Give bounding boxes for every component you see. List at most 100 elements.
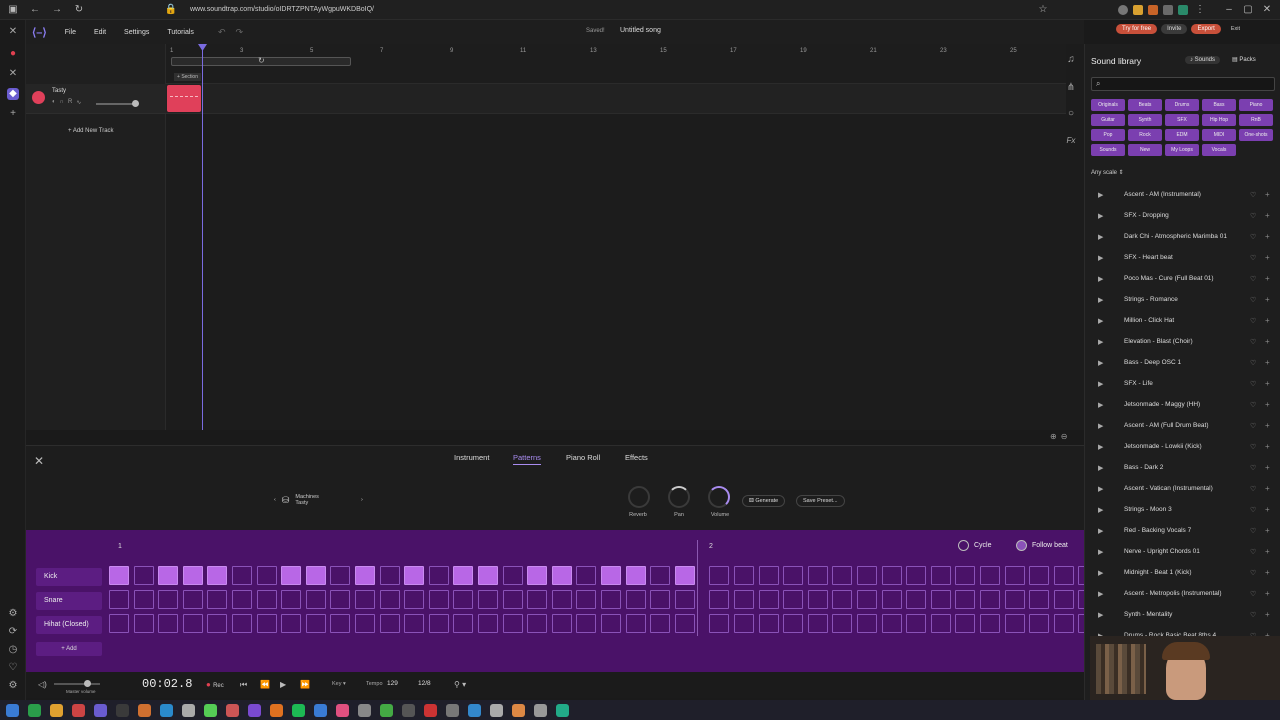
record-arm-icon[interactable]: R bbox=[68, 99, 72, 106]
add-icon[interactable]: + bbox=[1265, 526, 1270, 535]
maximize-icon[interactable]: ▢ bbox=[1241, 3, 1255, 17]
step-cell[interactable] bbox=[551, 590, 572, 609]
add-icon[interactable]: + bbox=[1265, 442, 1270, 451]
step-cell[interactable] bbox=[576, 590, 597, 609]
play-icon[interactable]: ▶ bbox=[1098, 506, 1103, 514]
list-item[interactable]: ▶ Poco Mas - Cure (Full Beat 01) ♡ + bbox=[1085, 268, 1280, 289]
step-cell[interactable] bbox=[1053, 614, 1074, 633]
step-cell[interactable] bbox=[758, 590, 779, 609]
filter-chip[interactable]: Beats bbox=[1128, 99, 1162, 111]
taskbar-app-icon[interactable] bbox=[402, 703, 415, 717]
extension-icon[interactable] bbox=[1133, 4, 1143, 15]
list-item[interactable]: ▶ Ascent - Vatican (Instrumental) ♡ + bbox=[1085, 478, 1280, 499]
extension-icon[interactable] bbox=[1148, 4, 1158, 15]
step-cell[interactable] bbox=[881, 614, 902, 633]
heart-icon[interactable]: ♡ bbox=[1250, 359, 1256, 367]
heart-icon[interactable]: ♡ bbox=[1250, 401, 1256, 409]
step-cell[interactable] bbox=[453, 614, 474, 633]
pan-knob[interactable] bbox=[668, 486, 690, 508]
list-item[interactable]: ▶ Bass - Dark 2 ♡ + bbox=[1085, 457, 1280, 478]
soundtrap-logo[interactable]: ⟨–⟩ bbox=[32, 26, 47, 39]
play-icon[interactable]: ▶ bbox=[1098, 317, 1103, 325]
step-cell[interactable] bbox=[734, 614, 754, 633]
taskbar-app-icon[interactable] bbox=[534, 703, 547, 717]
list-item[interactable]: ▶ Jetsonmade - Lowkii (Kick) ♡ + bbox=[1085, 436, 1280, 457]
song-title[interactable]: Untitled song bbox=[620, 27, 661, 34]
mute-icon[interactable]: ◐ bbox=[52, 99, 56, 106]
play-icon[interactable]: ▶ bbox=[1098, 401, 1103, 409]
list-item[interactable]: ▶ Million - Click Hat ♡ + bbox=[1085, 310, 1280, 331]
play-icon[interactable]: ▶ bbox=[1098, 485, 1103, 493]
step-cell[interactable] bbox=[379, 566, 400, 585]
filter-chip[interactable]: My Loops bbox=[1165, 144, 1199, 156]
taskbar-app-icon[interactable] bbox=[28, 703, 41, 717]
filter-chip[interactable]: Originals bbox=[1091, 99, 1125, 111]
playhead[interactable] bbox=[202, 44, 203, 430]
step-cell[interactable] bbox=[955, 614, 976, 633]
step-cell[interactable] bbox=[478, 614, 498, 633]
step-cell[interactable] bbox=[734, 566, 754, 585]
add-icon[interactable]: + bbox=[1265, 274, 1270, 283]
master-volume-slider[interactable] bbox=[54, 680, 100, 687]
tempo-value[interactable]: 129 bbox=[387, 680, 398, 687]
add-icon[interactable]: + bbox=[1265, 295, 1270, 304]
taskbar-app-icon[interactable] bbox=[50, 703, 63, 717]
step-cell[interactable] bbox=[281, 590, 302, 609]
heart-icon[interactable]: ♡ bbox=[1250, 254, 1256, 262]
heart-icon[interactable]: ♡ bbox=[1250, 548, 1256, 556]
step-cell[interactable] bbox=[428, 614, 449, 633]
bookmark-star-icon[interactable]: ☆ bbox=[1036, 3, 1050, 17]
add-track-button[interactable]: + Add New Track bbox=[68, 128, 114, 134]
step-cell[interactable] bbox=[527, 590, 548, 609]
step-cell[interactable] bbox=[601, 614, 621, 633]
add-icon[interactable]: + bbox=[1265, 211, 1270, 220]
app-icon[interactable]: ◆ bbox=[7, 88, 19, 100]
cycle-button[interactable]: Cycle bbox=[958, 540, 992, 551]
track-lane[interactable] bbox=[166, 84, 1066, 114]
step-cell[interactable] bbox=[709, 614, 730, 633]
play-icon[interactable]: ▶ bbox=[1098, 296, 1103, 304]
filter-chip[interactable]: RnB bbox=[1239, 114, 1273, 126]
tab-packs[interactable]: ▤ Packs bbox=[1232, 56, 1256, 64]
step-cell[interactable] bbox=[674, 566, 695, 585]
heart-icon[interactable]: ♡ bbox=[1250, 464, 1256, 472]
step-cell[interactable] bbox=[478, 590, 498, 609]
list-item[interactable]: ▶ SFX - Dropping ♡ + bbox=[1085, 205, 1280, 226]
play-icon[interactable]: ▶ bbox=[1098, 464, 1103, 472]
loop-region[interactable]: ↻ bbox=[171, 56, 351, 66]
step-cell[interactable] bbox=[355, 566, 375, 585]
step-cell[interactable] bbox=[232, 566, 252, 585]
step-cell[interactable] bbox=[832, 590, 853, 609]
step-cell[interactable] bbox=[930, 590, 951, 609]
step-cell[interactable] bbox=[478, 566, 498, 585]
step-cell[interactable] bbox=[133, 566, 154, 585]
add-icon[interactable]: + bbox=[1265, 568, 1270, 577]
heart-icon[interactable]: ♡ bbox=[1250, 569, 1256, 577]
step-cell[interactable] bbox=[1029, 614, 1050, 633]
step-cell[interactable] bbox=[281, 614, 302, 633]
mixer-icon[interactable]: ⋔ bbox=[1064, 82, 1078, 96]
taskbar-app-icon[interactable] bbox=[358, 703, 371, 717]
step-cell[interactable] bbox=[404, 566, 425, 585]
heart-icon[interactable]: ♡ bbox=[1250, 275, 1256, 283]
heart-icon[interactable]: ♡ bbox=[7, 662, 19, 674]
filter-chip[interactable]: MIDI bbox=[1202, 129, 1236, 141]
step-cell[interactable] bbox=[709, 566, 730, 585]
list-item[interactable]: ▶ Synth - Mentality ♡ + bbox=[1085, 604, 1280, 625]
gear-icon[interactable]: ⚙ bbox=[7, 680, 19, 692]
step-cell[interactable] bbox=[453, 566, 474, 585]
track-name[interactable]: Tasty bbox=[52, 88, 66, 94]
heart-icon[interactable]: ♡ bbox=[1250, 443, 1256, 451]
add-icon[interactable]: + bbox=[1265, 379, 1270, 388]
record-dot-icon[interactable]: ● bbox=[7, 48, 19, 60]
extension-icon[interactable] bbox=[1178, 4, 1188, 15]
taskbar-app-icon[interactable] bbox=[314, 703, 327, 717]
forward-icon[interactable]: → bbox=[50, 3, 64, 17]
reload-icon[interactable]: ↻ bbox=[72, 3, 86, 17]
fx-icon[interactable]: Fx bbox=[1064, 136, 1078, 150]
play-icon[interactable]: ▶ bbox=[1098, 569, 1103, 577]
list-item[interactable]: ▶ Ascent - AM (Full Drum Beat) ♡ + bbox=[1085, 415, 1280, 436]
metronome-icon[interactable]: ⚲ ▾ bbox=[454, 680, 466, 689]
step-cell[interactable] bbox=[674, 614, 695, 633]
play-icon[interactable]: ▶ bbox=[1098, 359, 1103, 367]
